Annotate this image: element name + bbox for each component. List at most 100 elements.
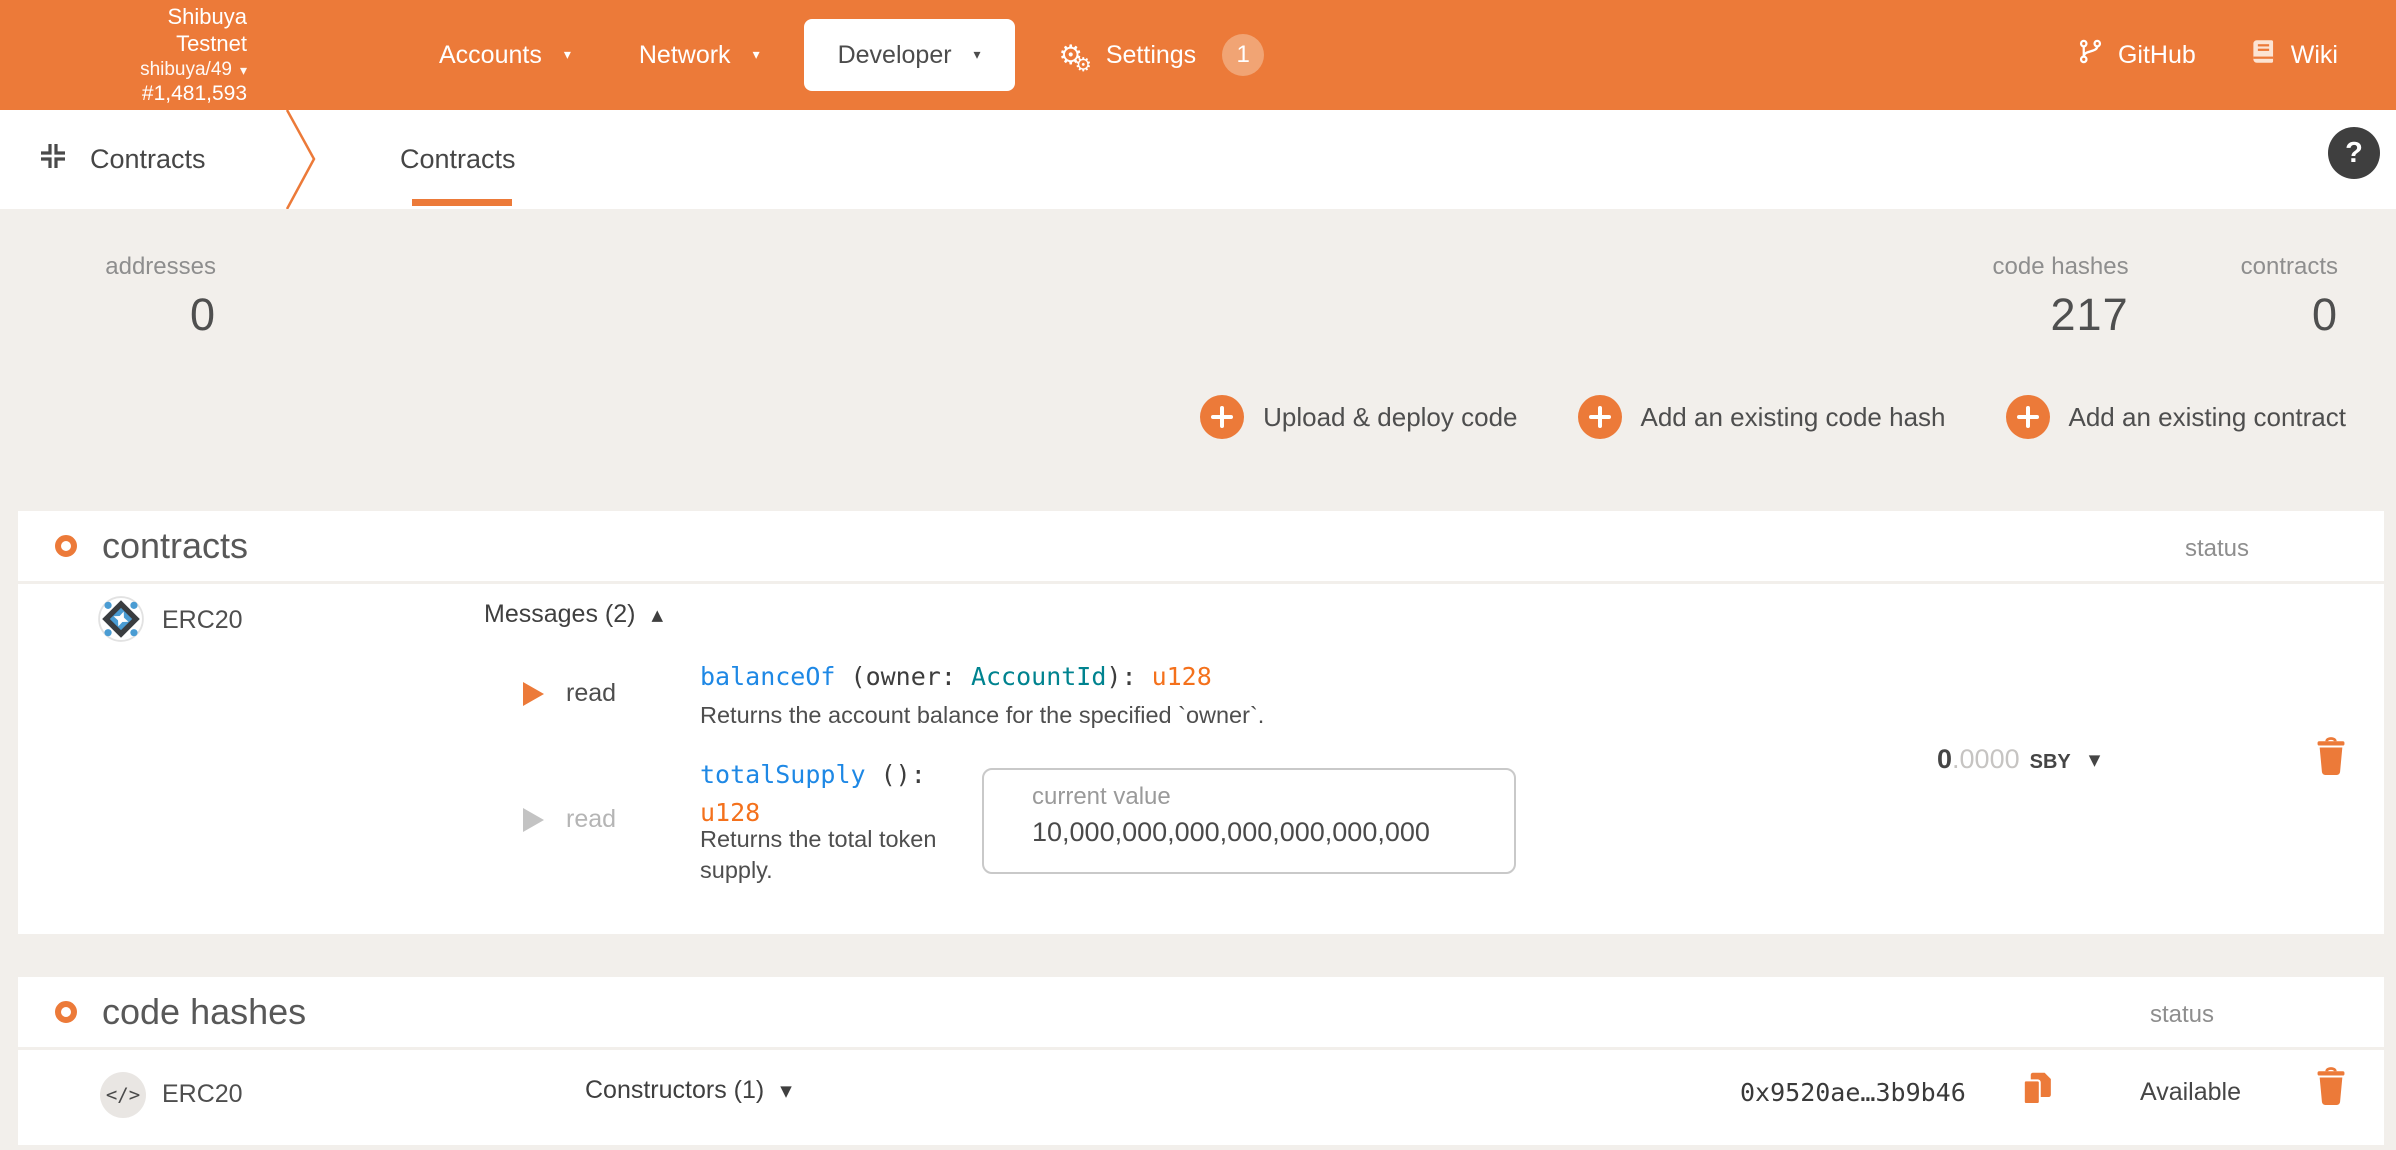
- git-branch-icon: [2077, 38, 2104, 72]
- params-close: ):: [1106, 662, 1151, 691]
- menu-settings[interactable]: ⚙⚙ Settings 1: [1025, 0, 1299, 110]
- read-balanceof-label: read: [566, 679, 616, 708]
- contracts-section-title: contracts: [102, 525, 248, 567]
- chevron-down-icon: ▼: [2089, 751, 2101, 769]
- balance-fraction: .0000: [1952, 744, 2020, 775]
- menu-network[interactable]: Network ▾: [605, 0, 794, 110]
- top-nav-bar: Shibuya Testnet shibuya/49▾ #1,481,593 A…: [0, 0, 2396, 110]
- page-title: Contracts: [90, 144, 206, 175]
- constructors-toggle[interactable]: Constructors (1) ▼: [585, 1076, 792, 1105]
- contract-identicon: [98, 596, 144, 647]
- status-column-header: status: [2150, 1001, 2214, 1029]
- forget-code-hash-button[interactable]: [2314, 1066, 2348, 1111]
- code-hash-row: </> ERC20 Constructors (1) ▼ 0x9520ae…3b…: [18, 1050, 2384, 1145]
- forget-contract-button[interactable]: [2314, 736, 2348, 781]
- chain-spec: shibuya/49▾: [95, 58, 247, 82]
- chain-name: Shibuya Testnet: [95, 3, 247, 58]
- github-link-label: GitHub: [2118, 41, 2196, 70]
- tab-bar: Contracts Contracts ?: [0, 110, 2396, 209]
- trash-icon: [2314, 1066, 2348, 1106]
- external-links: GitHub Wiki: [2077, 38, 2338, 72]
- stat-contracts-value: 0: [2241, 289, 2338, 341]
- chevron-down-icon: ▾: [564, 47, 571, 63]
- gear-icon: ⚙⚙: [1059, 40, 1092, 71]
- stat-code-hashes-label: code hashes: [1993, 253, 2129, 281]
- help-button[interactable]: ?: [2328, 127, 2380, 179]
- params-open: (owner:: [835, 662, 970, 691]
- stat-contracts-label: contracts: [2241, 253, 2338, 281]
- contracts-table: contracts status ERC20 Messages (2) ▲ re…: [18, 511, 2384, 934]
- plus-icon: [2006, 395, 2050, 439]
- play-icon: [523, 808, 544, 832]
- tab-contracts[interactable]: Contracts: [400, 110, 516, 209]
- code-hash-status: Available: [2140, 1078, 2241, 1107]
- menu-developer-label: Developer: [838, 41, 952, 70]
- plus-icon: [1200, 395, 1244, 439]
- tab-contracts-label: Contracts: [400, 144, 516, 175]
- section-bullet-icon: [55, 1001, 77, 1023]
- chevron-down-icon: ▼: [780, 1082, 792, 1100]
- question-mark-icon: ?: [2345, 137, 2363, 170]
- constructors-toggle-label: Constructors (1): [585, 1076, 764, 1105]
- messages-toggle[interactable]: Messages (2) ▲: [484, 600, 663, 629]
- upload-deploy-code-button[interactable]: Upload & deploy code: [1200, 395, 1517, 439]
- add-existing-code-hash-button[interactable]: Add an existing code hash: [1578, 395, 1946, 439]
- upload-deploy-code-label: Upload & deploy code: [1263, 402, 1517, 433]
- balanceof-description: Returns the account balance for the spec…: [700, 700, 1264, 731]
- menu-developer[interactable]: Developer ▾: [804, 19, 1015, 91]
- stats-right: code hashes 217 contracts 0: [1993, 253, 2338, 341]
- stat-addresses-label: addresses: [88, 253, 216, 281]
- main-menu: Accounts ▾ Network ▾ Developer ▾ ⚙⚙ Sett…: [405, 0, 1298, 110]
- section-gap: [0, 934, 2396, 977]
- current-value-output: current value 10,000,000,000,000,000,000…: [982, 768, 1516, 874]
- stat-code-hashes-value: 217: [1993, 289, 2129, 341]
- code-hash-name: ERC20: [162, 1080, 243, 1109]
- method-name: balanceOf: [700, 662, 835, 691]
- best-block-number: #1,481,593: [95, 81, 247, 107]
- compress-icon: [38, 141, 68, 178]
- current-value-label: current value: [1032, 783, 1171, 811]
- read-balanceof-button[interactable]: read: [523, 679, 616, 708]
- menu-accounts[interactable]: Accounts ▾: [405, 0, 605, 110]
- stat-addresses: addresses 0: [88, 253, 216, 341]
- chevron-down-icon: ▾: [974, 47, 981, 63]
- balanceof-signature: balanceOf (owner: AccountId): u128: [700, 662, 1212, 691]
- messages-toggle-label: Messages (2): [484, 600, 635, 629]
- contract-name: ERC20: [162, 606, 243, 635]
- method-name: totalSupply: [700, 760, 866, 789]
- breadcrumb-chevron-icon: [284, 110, 318, 214]
- settings-count-badge: 1: [1222, 34, 1264, 76]
- active-tab-underline: [412, 199, 512, 206]
- stat-addresses-value: 0: [88, 289, 216, 341]
- contracts-table-header: contracts status: [18, 511, 2384, 584]
- menu-settings-label: Settings: [1106, 41, 1196, 70]
- add-existing-code-hash-label: Add an existing code hash: [1641, 402, 1946, 433]
- return-type: u128: [700, 798, 990, 827]
- book-icon: [2250, 38, 2277, 72]
- code-hashes-table-header: code hashes status: [18, 977, 2384, 1050]
- balance-unit: SBY: [2030, 751, 2071, 774]
- totalsupply-description: Returns the total token supply.: [700, 824, 962, 887]
- section-bullet-icon: [55, 535, 77, 557]
- stat-contracts: contracts 0: [2241, 253, 2338, 341]
- read-totalsupply-button: read: [523, 805, 616, 834]
- code-hash-value: 0x9520ae…3b9b46: [1740, 1078, 1966, 1107]
- chain-selector[interactable]: Shibuya Testnet shibuya/49▾ #1,481,593: [95, 3, 247, 108]
- code-hashes-section-title: code hashes: [102, 991, 306, 1033]
- stat-code-hashes: code hashes 217: [1993, 253, 2129, 341]
- current-value-amount: 10,000,000,000,000,000,000,000: [1032, 817, 1430, 848]
- copy-hash-button[interactable]: [2020, 1070, 2054, 1111]
- code-icon: </>: [100, 1072, 146, 1118]
- add-existing-contract-button[interactable]: Add an existing contract: [2006, 395, 2347, 439]
- balance-integer: 0: [1937, 744, 1952, 775]
- menu-accounts-label: Accounts: [439, 41, 542, 70]
- contract-balance-dropdown[interactable]: 0.0000 SBY ▼: [1937, 744, 2100, 775]
- github-link[interactable]: GitHub: [2077, 38, 2196, 72]
- wiki-link[interactable]: Wiki: [2250, 38, 2338, 72]
- chevron-up-icon: ▲: [651, 606, 663, 624]
- menu-network-label: Network: [639, 41, 731, 70]
- summary-section: addresses 0 code hashes 217 contracts 0 …: [0, 209, 2396, 511]
- read-totalsupply-label: read: [566, 805, 616, 834]
- chevron-down-icon: ▾: [240, 63, 247, 81]
- trash-icon: [2314, 736, 2348, 776]
